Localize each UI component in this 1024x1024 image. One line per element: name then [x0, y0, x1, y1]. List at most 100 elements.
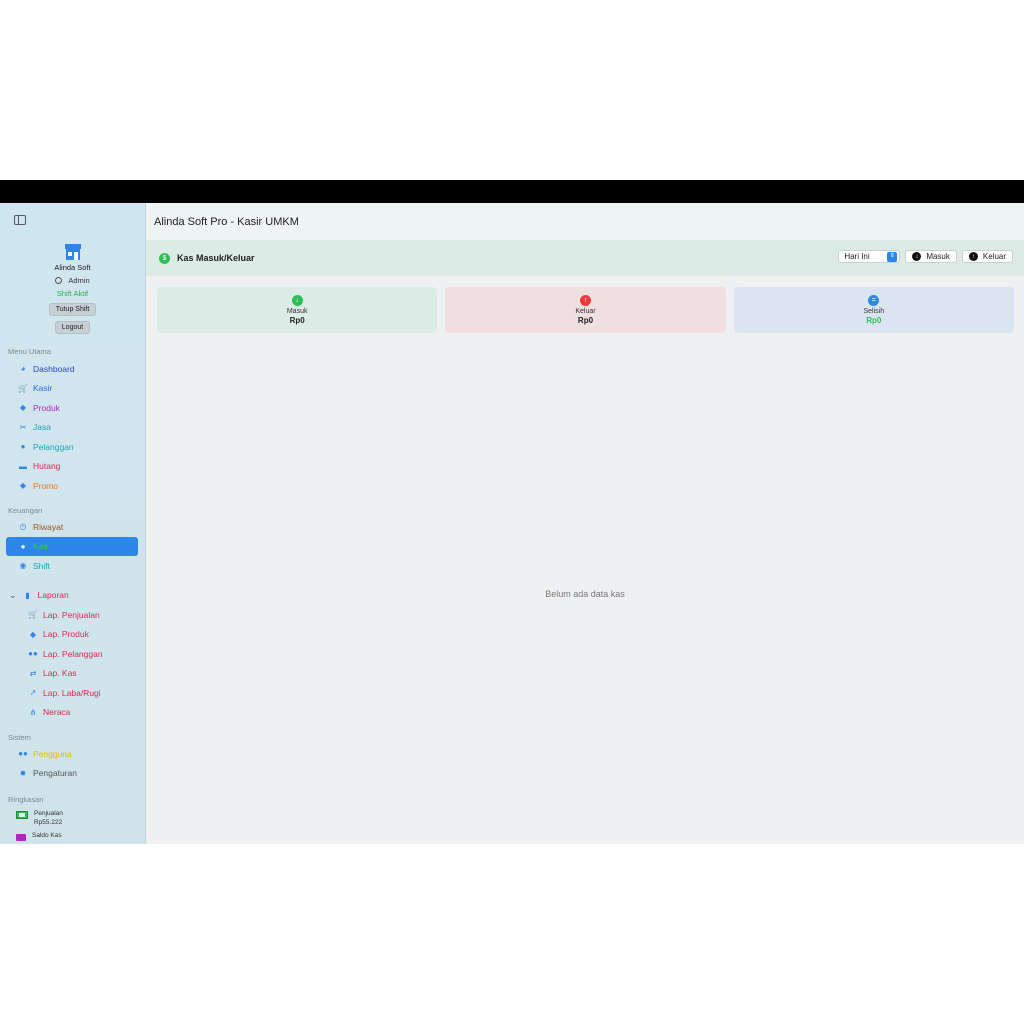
section-main-title: Menu Utama — [8, 347, 51, 356]
period-select[interactable]: Hari Ini ⇕ — [838, 250, 901, 263]
sidebar-item-label: Neraca — [43, 707, 71, 718]
profile-role-label: Admin — [68, 276, 90, 285]
sidebar-item-pengaturan[interactable]: ✹ Pengaturan — [6, 764, 138, 784]
section-system-title: Sistem — [8, 733, 31, 742]
network-icon: ⋔ — [29, 707, 37, 717]
sidebar-toggle-icon[interactable] — [14, 215, 26, 225]
profile-role: Admin — [0, 276, 145, 285]
sidebar-item-pengguna[interactable]: ●● Pengguna — [6, 744, 138, 764]
sidebar-item-kas[interactable]: ● Kas — [6, 536, 138, 556]
tag-icon: ◆ — [19, 481, 27, 491]
card-label: Keluar — [575, 308, 596, 315]
chevron-down-icon[interactable]: ⌄ — [9, 590, 17, 601]
card-value: Rp0 — [289, 316, 305, 325]
sidebar-item-pelanggan[interactable]: ● Pelanggan — [6, 437, 138, 457]
sidebar-item-lap-penjualan[interactable]: 🛒 Lap. Penjualan — [6, 605, 138, 625]
users-icon: ●● — [18, 749, 28, 759]
main-content: Alinda Soft Pro - Kasir UMKM $ Kas Masuk… — [146, 203, 1024, 844]
app-header: Alinda Soft Pro - Kasir UMKM — [146, 203, 1024, 241]
card-cash-out: ↑ Keluar Rp0 — [445, 287, 726, 333]
sidebar-item-dashboard[interactable]: ◕ Dashboard — [6, 359, 138, 379]
sidebar-item-promo[interactable]: ◆ Promo — [6, 476, 138, 496]
dashboard-icon: ◕ — [20, 364, 26, 374]
sidebar: Alinda Soft Admin Shift Aktif Tutup Shif… — [0, 203, 146, 844]
cash-in-label: Masuk — [926, 252, 950, 261]
arrow-up-circle-icon: ↑ — [968, 252, 978, 261]
card-label: Selisih — [863, 308, 885, 315]
tools-icon: ✂ — [19, 422, 27, 432]
section-summary-title: Ringkasan — [8, 795, 44, 804]
money-icon — [16, 811, 28, 819]
sidebar-item-neraca[interactable]: ⋔ Neraca — [6, 703, 138, 723]
card-icon: ▬ — [19, 461, 27, 471]
summary-cards: ↓ Masuk Rp0 ↑ Keluar Rp0 = Selisih Rp0 — [157, 287, 1014, 333]
arrow-up-icon: ↑ — [579, 295, 591, 306]
trend-icon: ↗ — [29, 688, 37, 698]
user-circle-icon — [55, 277, 63, 284]
sidebar-item-label: Laporan — [37, 590, 69, 601]
sidebar-item-shift[interactable]: ◉ Shift — [6, 556, 138, 576]
cash-icon: ● — [20, 541, 26, 551]
profile-panel: Alinda Soft Admin Shift Aktif Tutup Shif… — [0, 243, 145, 334]
sidebar-item-label: Dashboard — [33, 363, 75, 374]
chart-icon: ▮ — [25, 590, 30, 600]
sidebar-item-label: Shift — [33, 560, 51, 571]
empty-state: Belum ada data kas — [545, 589, 625, 599]
sidebar-item-label: Pelanggan — [33, 441, 74, 452]
page-toolbar: $ Kas Masuk/Keluar Hari Ini ⇕ ↓ Masuk ↑ … — [146, 240, 1024, 276]
sidebar-item-label: Lap. Produk — [43, 629, 89, 640]
sidebar-item-lap-pelanggan[interactable]: ●● Lap. Pelanggan — [6, 644, 138, 664]
shift-icon: ◉ — [19, 561, 27, 571]
sidebar-item-produk[interactable]: ◆ Produk — [6, 398, 138, 418]
sidebar-item-lap-produk[interactable]: ◆ Lap. Produk — [6, 625, 138, 645]
select-arrows-icon: ⇕ — [887, 251, 898, 262]
summary-panel: Penjualan Rp55.222 Saldo Kas — [16, 809, 63, 844]
summary-cash-label: Saldo Kas — [32, 832, 62, 839]
sidebar-item-label: Lap. Penjualan — [43, 609, 100, 620]
cash-out-label: Keluar — [982, 252, 1006, 261]
sidebar-item-laporan[interactable]: ⌄ ▮ Laporan — [6, 586, 138, 606]
dollar-icon: $ — [159, 252, 170, 264]
arrow-down-circle-icon: ↓ — [912, 252, 922, 261]
wallet-icon — [16, 834, 26, 841]
app-window: Alinda Soft Admin Shift Aktif Tutup Shif… — [0, 203, 1024, 844]
card-value: Rp0 — [577, 316, 594, 325]
box-icon: ◆ — [19, 403, 27, 413]
history-icon: ◷ — [19, 522, 27, 532]
summary-sales-value: Rp55.222 — [34, 819, 63, 826]
summary-sales-label: Penjualan — [34, 810, 63, 817]
sidebar-item-label: Jasa — [33, 422, 51, 433]
sidebar-item-label: Kas — [33, 541, 48, 552]
users-icon: ●● — [28, 649, 38, 659]
page-title: Kas Masuk/Keluar — [177, 253, 255, 263]
sidebar-item-hutang[interactable]: ▬ Hutang — [6, 457, 138, 477]
nav-finance: ◷ Riwayat ● Kas ◉ Shift ⌄ ▮ Laporan 🛒 Lap. Penjual… — [6, 517, 138, 722]
sidebar-item-lap-kas[interactable]: ⇄ Lap. Kas — [6, 664, 138, 684]
equals-icon: = — [868, 295, 880, 306]
sidebar-item-kasir[interactable]: 🛒 Kasir — [6, 379, 138, 399]
summary-cash: Saldo Kas — [16, 831, 63, 841]
shift-status: Shift Aktif — [56, 289, 89, 298]
sidebar-item-riwayat[interactable]: ◷ Riwayat — [6, 517, 138, 537]
sidebar-item-label: Riwayat — [33, 521, 64, 532]
user-icon: ● — [20, 442, 26, 452]
box-icon: ◆ — [29, 629, 37, 639]
logout-button[interactable]: Logout — [54, 321, 91, 334]
card-difference: = Selisih Rp0 — [733, 287, 1014, 333]
nav-main: ◕ Dashboard 🛒 Kasir ◆ Produk ✂ Jasa ● Pelanggan ▬ H… — [6, 359, 138, 496]
sidebar-item-lap-laba-rugi[interactable]: ↗ Lap. Laba/Rugi — [6, 683, 138, 703]
nav-system: ●● Pengguna ✹ Pengaturan — [6, 744, 138, 783]
sidebar-item-label: Lap. Pelanggan — [43, 648, 103, 659]
sidebar-item-jasa[interactable]: ✂ Jasa — [6, 418, 138, 438]
arrow-down-icon: ↓ — [291, 295, 303, 306]
sidebar-item-label: Produk — [33, 402, 60, 413]
window-top-bar — [0, 180, 1024, 203]
cash-out-button[interactable]: ↑ Keluar — [961, 250, 1013, 263]
sidebar-item-label: Pengaturan — [33, 768, 77, 779]
period-select-value: Hari Ini — [844, 252, 870, 261]
store-icon — [64, 243, 82, 261]
cash-in-button[interactable]: ↓ Masuk — [905, 250, 957, 263]
close-shift-button[interactable]: Tutup Shift — [48, 303, 97, 316]
exchange-icon: ⇄ — [29, 668, 37, 678]
card-cash-in: ↓ Masuk Rp0 — [157, 287, 438, 333]
